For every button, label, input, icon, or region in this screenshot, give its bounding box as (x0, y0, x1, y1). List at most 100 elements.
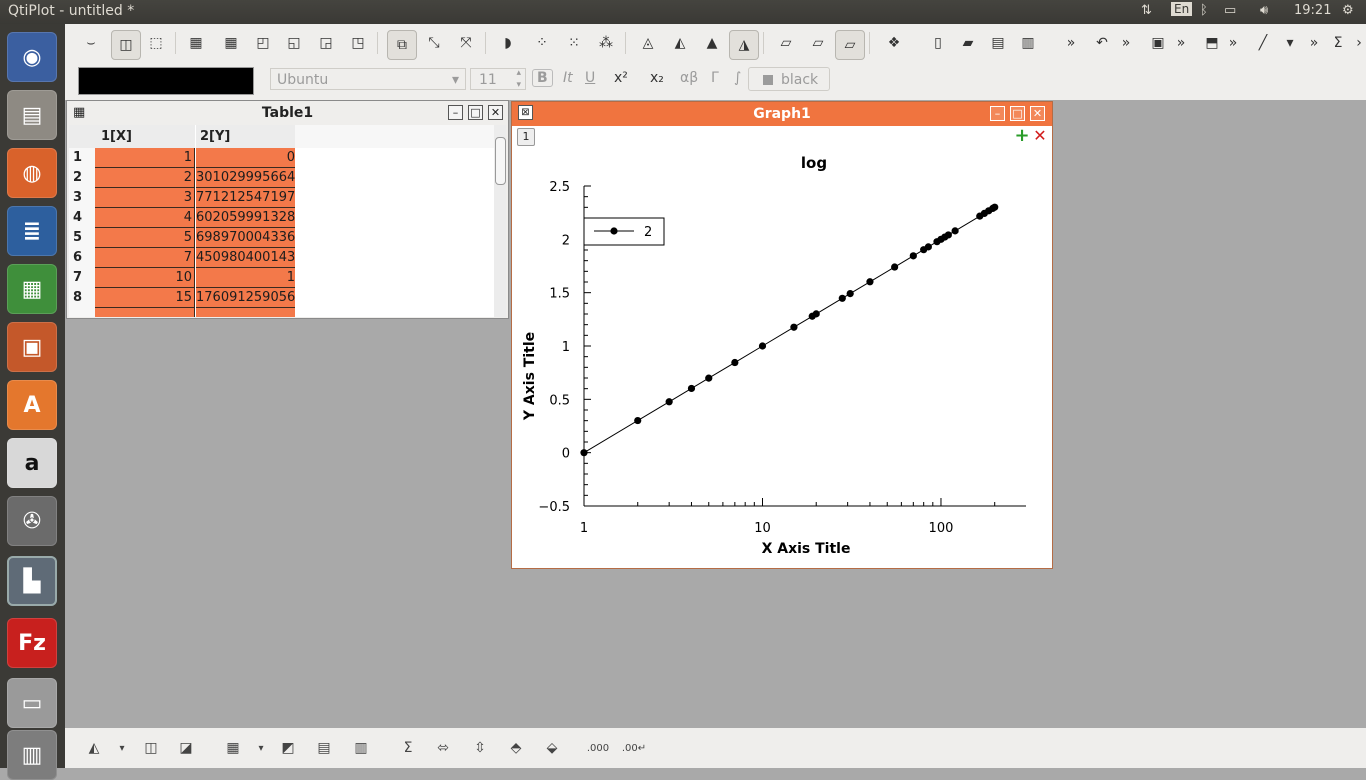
table-window[interactable]: ▦ Table1 – □ ✕ 1[X] 2[Y] 1 1 0 2 2 3010299956… (66, 100, 509, 319)
scroll-thumb[interactable] (495, 137, 506, 185)
row-number[interactable]: 1 (69, 148, 95, 168)
matrix-icon[interactable]: ▦ (222, 738, 244, 758)
table-cell-x[interactable]: 7 (95, 248, 195, 268)
row-number[interactable]: 8 (69, 288, 95, 308)
table-cell-y[interactable]: 771212547197 (196, 188, 295, 208)
calc-icon[interactable]: ▦ (7, 264, 57, 314)
software-center-icon[interactable]: A (7, 380, 57, 430)
graph-titlebar[interactable]: ⊠ Graph1 – □ ✕ (512, 102, 1052, 126)
impress-icon[interactable]: ▣ (7, 322, 57, 372)
decrease-precision-icon[interactable]: .00↵ (622, 738, 646, 758)
cross-symbols-icon[interactable]: ⁙ (563, 32, 585, 54)
font-size-spin[interactable]: 11 ▴ ▾ (470, 68, 526, 90)
table-cell-y[interactable]: 1 (196, 268, 295, 288)
trash-icon[interactable]: ▥ (7, 730, 57, 780)
floor-iso-icon[interactable]: ▱ (807, 32, 829, 54)
battery-icon[interactable]: ▭ (1224, 3, 1236, 18)
maximize-button[interactable]: □ (468, 105, 483, 120)
table-cell-y[interactable]: 450980400143 (196, 248, 295, 268)
minimize-button[interactable]: – (990, 106, 1005, 121)
remove-layer-icon[interactable]: ✕ (1032, 128, 1048, 144)
save-as-icon[interactable]: ▥ (1017, 32, 1039, 54)
sigma-icon[interactable]: Σ (1327, 32, 1349, 54)
vertical-scrollbar[interactable] (494, 125, 506, 317)
more-chevron-icon[interactable]: » (1115, 32, 1137, 54)
add-layer-icon[interactable]: + (1014, 127, 1030, 145)
flip-horizontal-icon[interactable]: ⬄ (432, 738, 454, 758)
settings-gear-icon[interactable]: ⚙ (1342, 3, 1354, 18)
shaded-icon[interactable]: ◗ (497, 32, 519, 54)
volume-icon[interactable]: 🔊︎ (1260, 3, 1268, 18)
network-icon[interactable]: ⇅ (1141, 3, 1152, 18)
3d-frame-icon[interactable]: ⬚ (145, 32, 167, 54)
more-chevron-icon[interactable]: › (1348, 32, 1366, 54)
ribbon-icon[interactable]: ◪ (175, 738, 197, 758)
grid-ceil-icon[interactable]: ◲ (315, 32, 337, 54)
row-number[interactable]: 7 (69, 268, 95, 288)
record-icon[interactable]: ▣ (1147, 32, 1169, 54)
row-number[interactable] (69, 308, 95, 317)
open-folder-icon[interactable]: ▰ (957, 32, 979, 54)
wire-polygon-icon[interactable]: ◮ (729, 30, 759, 60)
table-cell-x[interactable]: 3 (95, 188, 195, 208)
row-number[interactable]: 3 (69, 188, 95, 208)
greek-upper-button[interactable]: Γ (711, 70, 719, 86)
amazon-icon[interactable]: a (7, 438, 57, 488)
grid-left-icon[interactable]: ◰ (252, 32, 274, 54)
new-file-icon[interactable]: ▯ (927, 32, 949, 54)
close-button[interactable]: ✕ (1030, 106, 1045, 121)
row-number[interactable]: 5 (69, 228, 95, 248)
table-grid[interactable]: 1[X] 2[Y] 1 1 0 2 2 301029995664 3 3 77121254719… (69, 125, 494, 317)
plot-canvas[interactable]: log −0.5 0 0.5 1 1.5 2 2.5 1 10 100 X Axis Title Y A… (512, 146, 1052, 566)
firefox-icon[interactable]: ◍ (7, 148, 57, 198)
floor-data-icon[interactable]: ▱ (775, 32, 797, 54)
drive-icon[interactable]: ▭ (7, 678, 57, 728)
more-chevron-icon[interactable]: » (1222, 32, 1244, 54)
column-header-x[interactable]: 1[X] (95, 125, 195, 148)
grid-back-icon[interactable]: ▦ (220, 32, 242, 54)
rotate-right-icon[interactable]: ⬙ (541, 738, 563, 758)
image-plot-icon[interactable]: ◩ (277, 738, 299, 758)
bold-button[interactable]: B (532, 69, 553, 87)
table-cell-x[interactable]: 5 (95, 228, 195, 248)
cones-icon[interactable]: ⁂ (595, 32, 617, 54)
bar-chart-icon[interactable]: ▥ (350, 738, 372, 758)
row-number[interactable]: 6 (69, 248, 95, 268)
row-number[interactable]: 4 (69, 208, 95, 228)
increase-precision-icon[interactable]: .000 (587, 738, 609, 758)
qtiplot-icon[interactable]: ▙ (7, 556, 57, 606)
underline-button[interactable]: U (585, 70, 595, 86)
histogram-icon[interactable]: ▤ (313, 738, 335, 758)
grid-floor-icon[interactable]: ◳ (347, 32, 369, 54)
keyboard-indicator[interactable]: En (1171, 2, 1193, 16)
table-cell-y[interactable]: 602059991328 (196, 208, 295, 228)
perspective-icon[interactable]: ⧉ (387, 30, 417, 60)
grid-right-icon[interactable]: ◱ (283, 32, 305, 54)
dropdown-arrow-icon[interactable]: ▾ (111, 738, 133, 758)
polygon-fill-icon[interactable]: ▲ (701, 32, 723, 54)
reset-view-icon[interactable]: ⤧ (455, 32, 477, 54)
italic-button[interactable]: It (563, 70, 573, 86)
wireframe-icon[interactable]: ◬ (637, 32, 659, 54)
layer-button[interactable]: 1 (517, 128, 535, 146)
close-button[interactable]: ✕ (488, 105, 503, 120)
table-cell-x[interactable]: 10 (95, 268, 195, 288)
hidden-line-icon[interactable]: ◭ (669, 32, 691, 54)
subscript-button[interactable]: x₂ (650, 70, 664, 86)
save-icon[interactable]: ▤ (987, 32, 1009, 54)
text-color-button[interactable]: black (748, 67, 830, 91)
graph-window[interactable]: ⊠ Graph1 – □ ✕ 1 + ✕ log −0.5 0 0.5 1 1.5 2 2.5… (511, 101, 1053, 569)
maximize-button[interactable]: □ (1010, 106, 1025, 121)
3d-box-icon[interactable]: ◫ (111, 30, 141, 60)
rotate-icon[interactable]: ⤡ (423, 32, 445, 54)
clock[interactable]: 19:21 (1294, 3, 1331, 18)
table-cell-x[interactable]: 1 (95, 148, 195, 168)
line-tool-icon[interactable]: ╱ (1252, 32, 1274, 54)
table-cell-x[interactable]: 2 (95, 168, 195, 188)
bluetooth-icon[interactable]: ᛒ (1200, 3, 1208, 18)
rotate-left-icon[interactable]: ⬘ (505, 738, 527, 758)
greek-button[interactable]: αβ (680, 70, 698, 86)
files-icon[interactable]: ▤ (7, 90, 57, 140)
row-number[interactable]: 2 (69, 168, 95, 188)
table-cell-y[interactable]: 698970004336 (196, 228, 295, 248)
